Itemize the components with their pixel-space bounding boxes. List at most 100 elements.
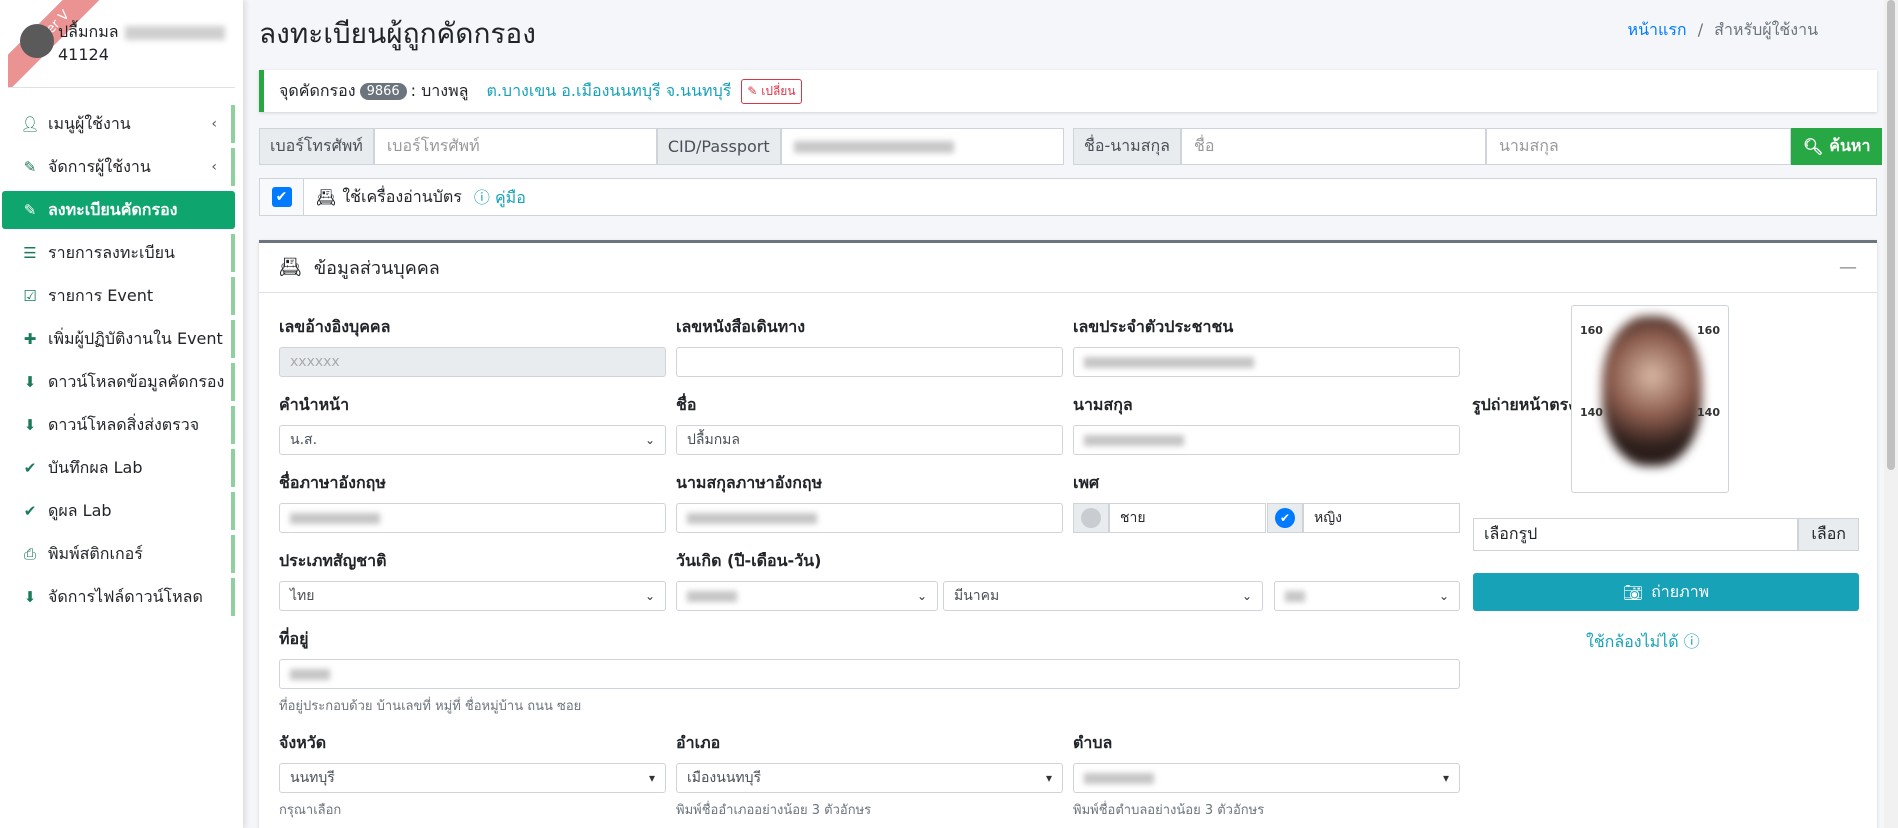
id-card-icon: 📇︎ <box>279 257 302 278</box>
manual-link[interactable]: ⓘ คู่มือ <box>474 184 526 211</box>
search-button[interactable]: 🔍︎ ค้นหา <box>1790 128 1883 165</box>
browse-button[interactable]: เลือก <box>1798 518 1859 551</box>
prefix-label: คำนำหน้า <box>279 395 350 414</box>
calendar-check-icon: ☑ <box>23 287 37 305</box>
portrait-photo <box>1602 316 1702 466</box>
first-name-search-input[interactable]: ชื่อ <box>1180 128 1486 165</box>
sidebar-item-add-event-staff[interactable]: ✚ เพิ่มผู้ปฏิบัติงานใน Event <box>2 320 235 358</box>
screening-point-callout: จุดคัดกรอง 9866 : บางพลู ต.บางเขน อ.เมือ… <box>259 70 1877 112</box>
sidebar-item-print-sticker[interactable]: ⎙ พิมพ์สติกเกอร์ <box>2 535 235 573</box>
breadcrumb-home-link[interactable]: หน้าแรก <box>1628 20 1687 39</box>
sidebar-item-label: ดาวน์โหลดสิ่งส่งตรวจ <box>48 414 200 434</box>
search-button-label: ค้นหา <box>1829 136 1871 155</box>
first-name-input[interactable]: ปลื้มกมล <box>676 425 1063 455</box>
change-location-button[interactable]: ✎ เปลี่ยน <box>741 78 802 104</box>
download-icon: ⬇ <box>23 416 37 434</box>
phone-input[interactable]: เบอร์โทรศัพท์ <box>373 128 657 165</box>
card-reader-row: ✔ 📇︎ ใช้เครื่องอ่านบัตร ⓘ คู่มือ <box>259 178 1877 216</box>
prefix-select[interactable]: น.ส. ⌄ <box>279 425 666 455</box>
sidebar-item-registration-list[interactable]: ☰ รายการลงทะเบียน <box>2 234 235 272</box>
user-id: 41124 <box>58 45 109 64</box>
check-icon: ✔ <box>1275 508 1295 528</box>
chevron-down-icon: ⌄ <box>916 589 927 603</box>
dob-label: วันเกิด (ปี-เดือน-วัน) <box>676 551 822 570</box>
scrollbar-thumb[interactable] <box>1887 0 1895 470</box>
sidebar-item-download-specimens[interactable]: ⬇ ดาวน์โหลดสิ่งส่งตรวจ <box>2 406 235 444</box>
main-content: ลงทะเบียนผู้ถูกคัดกรอง หน้าแรก / สำหรับผ… <box>243 0 1898 828</box>
cid-input[interactable] <box>780 128 1064 165</box>
district-select[interactable]: เมืองนนทบุรี ▾ <box>676 763 1063 793</box>
sidebar-item-user-menu[interactable]: 👤︎ เมนูผู้ใช้งาน ‹ <box>2 105 235 143</box>
user-plus-icon: ✚ <box>23 330 37 348</box>
list-icon: ☰ <box>23 244 37 262</box>
photo-file-group: เลือกรูป เลือก <box>1473 518 1859 551</box>
sidebar-item-label: รายการ Event <box>48 285 154 305</box>
card-reader-checkbox[interactable]: ✔ <box>271 187 292 207</box>
subdistrict-blurred <box>1084 772 1154 784</box>
print-icon: ⎙ <box>23 545 36 563</box>
collapse-button[interactable]: — <box>1839 257 1857 278</box>
sex-male-radio[interactable] <box>1073 503 1109 533</box>
download-icon: ⬇ <box>23 588 37 606</box>
caret-down-icon: ▾ <box>1045 771 1052 785</box>
sex-female-option[interactable]: ✔ หญิง <box>1267 503 1460 533</box>
take-photo-label: ถ่ายภาพ <box>1651 581 1710 601</box>
dob-month-select[interactable]: มีนาคม ⌄ <box>943 581 1263 611</box>
sidebar-item-register[interactable]: ✎ ลงทะเบียนคัดกรอง <box>2 191 235 229</box>
nationality-select[interactable]: ไทย ⌄ <box>279 581 666 611</box>
cid-value-blurred <box>793 140 954 153</box>
province-select[interactable]: นนทบุรี ▾ <box>279 763 666 793</box>
radio-dot <box>1081 508 1101 528</box>
subdistrict-select[interactable]: ▾ <box>1073 763 1460 793</box>
photo-preview: 160 160 140 140 <box>1571 305 1729 493</box>
sidebar-item-record-lab[interactable]: ✔ บันทึกผล Lab <box>2 449 235 487</box>
id-card-icon: 📇︎ <box>316 187 337 207</box>
name-search: ชื่อ-นามสกุล ชื่อ นามสกุล 🔍︎ ค้นหา <box>1073 128 1883 165</box>
clipboard-check-icon: ✔ <box>23 459 37 477</box>
district-value: เมืองนนทบุรี <box>687 770 762 786</box>
breadcrumb-current: สำหรับผู้ใช้งาน <box>1714 20 1818 39</box>
sidebar-item-label: จัดการผู้ใช้งาน <box>48 156 151 176</box>
user-icon: 👤︎ <box>20 115 40 133</box>
last-name-input[interactable] <box>1073 425 1460 455</box>
sidebar-item-view-lab[interactable]: ✔ ดูผล Lab <box>2 492 235 530</box>
camera-unavailable-link[interactable]: ใช้กล้องไม่ได้ ⓘ <box>1586 628 1700 655</box>
address-input[interactable] <box>279 659 1460 689</box>
screening-point-place: : บางพลู <box>410 80 469 100</box>
sidebar-item-label: ดาวน์โหลดข้อมูลคัดกรอง <box>48 371 225 391</box>
sidebar-item-label: เมนูผู้ใช้งาน <box>48 113 131 133</box>
sex-male-option[interactable]: ชาย <box>1073 503 1266 533</box>
take-photo-button[interactable]: 📷︎ ถ่ายภาพ <box>1473 573 1859 611</box>
dob-day-select[interactable]: ⌄ <box>1274 581 1460 611</box>
user-name[interactable]: ปลื้มกมล <box>58 20 225 45</box>
cid-field[interactable] <box>1073 347 1460 377</box>
page-scrollbar[interactable] <box>1884 0 1898 828</box>
chevron-down-icon: ⌄ <box>644 433 655 447</box>
first-name-label: ชื่อ <box>676 395 697 414</box>
screening-point-location: ต.บางเขน อ.เมืองนนทบุรี จ.นนทบุรี <box>486 80 732 100</box>
chevron-left-icon: ‹ <box>211 116 217 132</box>
card-reader-text: ใช้เครื่องอ่านบัตร <box>342 186 462 206</box>
screening-point-label: จุดคัดกรอง <box>279 80 356 100</box>
sidebar-item-event-list[interactable]: ☑ รายการ Event <box>2 277 235 315</box>
sidebar-item-label: พิมพ์สติกเกอร์ <box>48 543 143 563</box>
sidebar-item-manage-users[interactable]: ✎ จัดการผู้ใช้งาน ‹ <box>2 148 235 186</box>
subdistrict-label: ตำบล <box>1073 733 1113 752</box>
province-value: นนทบุรี <box>290 770 335 786</box>
download-icon: ⬇ <box>23 373 37 391</box>
screening-point-badge: 9866 <box>359 82 407 100</box>
last-name-search-input[interactable]: นามสกุล <box>1485 128 1791 165</box>
breadcrumb: หน้าแรก / สำหรับผู้ใช้งาน <box>1628 18 1818 43</box>
en-last-name-input[interactable] <box>676 503 1063 533</box>
phone-addon: เบอร์โทรศัพท์ <box>259 128 374 165</box>
en-first-name-input[interactable] <box>279 503 666 533</box>
cid-field-blurred <box>1084 356 1254 368</box>
dob-year-select[interactable]: ⌄ <box>676 581 938 611</box>
page-title: ลงทะเบียนผู้ถูกคัดกรอง <box>259 17 536 50</box>
sidebar-item-manage-downloads[interactable]: ⬇ จัดการไฟล์ดาวน์โหลด <box>2 578 235 616</box>
photo-file-input[interactable]: เลือกรูป <box>1473 518 1799 551</box>
prefix-value: น.ส. <box>290 432 318 448</box>
sex-female-radio[interactable]: ✔ <box>1267 503 1303 533</box>
sidebar-item-download-screening[interactable]: ⬇ ดาวน์โหลดข้อมูลคัดกรอง <box>2 363 235 401</box>
passport-input[interactable] <box>676 347 1063 377</box>
